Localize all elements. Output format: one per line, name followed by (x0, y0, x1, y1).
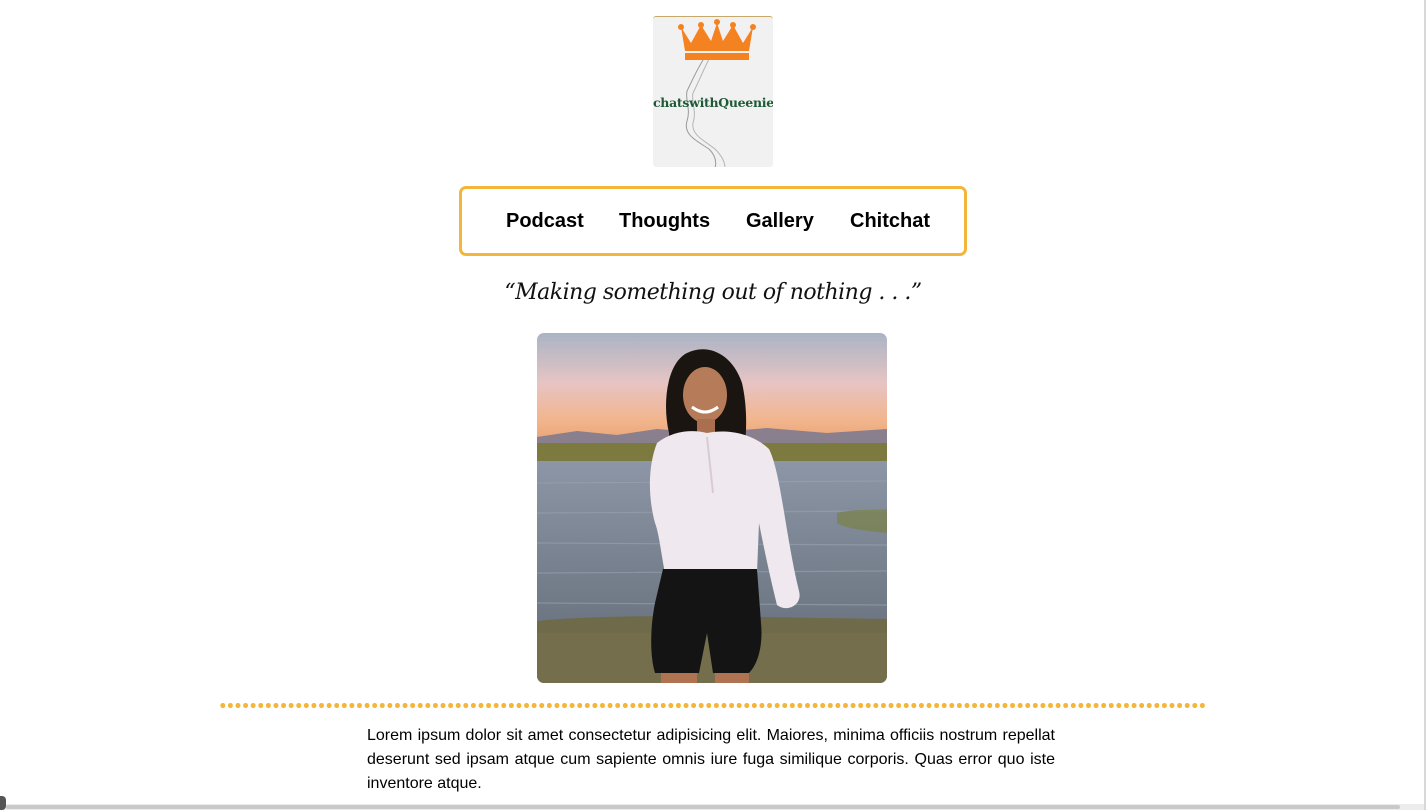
dotted-divider (219, 703, 1207, 708)
main-nav: Podcast Thoughts Gallery Chitchat (459, 186, 967, 256)
horizontal-scrollbar[interactable] (0, 804, 1424, 810)
site-logo[interactable]: chatswithQueenie (653, 16, 773, 167)
hero-photo (537, 333, 887, 683)
nav-item-podcast[interactable]: Podcast (506, 210, 584, 233)
tagline: “Making something out of nothing . . .” (504, 280, 922, 305)
nav-item-gallery[interactable]: Gallery (746, 210, 814, 233)
crown-icon (678, 19, 756, 167)
intro-paragraph: Lorem ipsum dolor sit amet consectetur a… (367, 727, 1055, 792)
nav-item-thoughts[interactable]: Thoughts (619, 210, 710, 233)
nav-item-chitchat[interactable]: Chitchat (850, 210, 930, 233)
logo-wordmark: chatswithQueenie (653, 95, 773, 110)
portrait-photo (537, 333, 887, 683)
scrollbar-thumb[interactable] (6, 805, 1400, 809)
resize-handle[interactable] (0, 796, 6, 810)
